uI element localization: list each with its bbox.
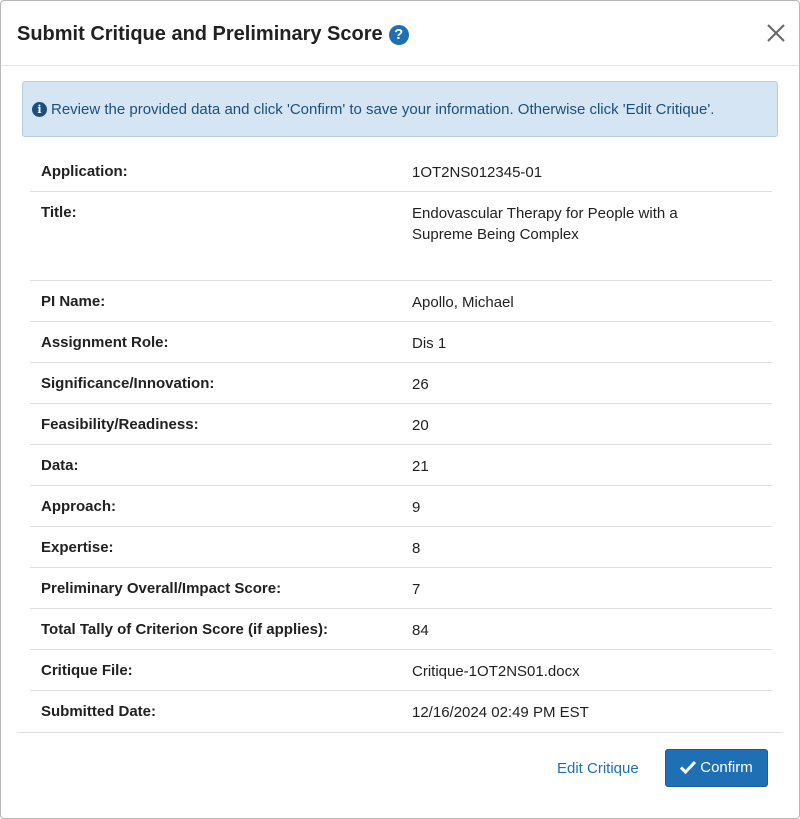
dialog-header: Submit Critique and Preliminary Score? xyxy=(1,1,799,66)
detail-value: 21 xyxy=(412,458,429,475)
detail-value: 26 xyxy=(412,376,429,393)
critique-details-table: Application: 1OT2NS012345-01 Title: Endo… xyxy=(30,151,772,732)
detail-label: Expertise: xyxy=(41,539,114,556)
detail-label: Assignment Role: xyxy=(41,334,169,351)
detail-row-feasibility: Feasibility/Readiness: 20 xyxy=(30,404,772,445)
detail-label: Application: xyxy=(41,163,128,180)
detail-label: Preliminary Overall/Impact Score: xyxy=(41,580,282,597)
detail-label: Data: xyxy=(41,457,79,474)
detail-label: Critique File: xyxy=(41,662,133,679)
detail-label: Feasibility/Readiness: xyxy=(41,416,199,433)
detail-value: 7 xyxy=(412,581,421,598)
detail-value: 9 xyxy=(412,499,421,516)
detail-row-pi-name: PI Name: Apollo, Michael xyxy=(30,281,772,322)
confirm-button-label: Confirm xyxy=(700,759,753,776)
detail-row-impact-score: Preliminary Overall/Impact Score: 7 xyxy=(30,568,772,609)
detail-row-data: Data: 21 xyxy=(30,445,772,486)
info-alert: i Review the provided data and click 'Co… xyxy=(22,81,778,137)
detail-row-application: Application: 1OT2NS012345-01 xyxy=(30,151,772,192)
detail-value: 1OT2NS012345-01 xyxy=(412,164,543,181)
detail-value: Dis 1 xyxy=(412,335,447,352)
detail-value: 84 xyxy=(412,622,429,639)
detail-row-assignment-role: Assignment Role: Dis 1 xyxy=(30,322,772,363)
dialog-title: Submit Critique and Preliminary Score? xyxy=(17,21,409,47)
dialog-title-text: Submit Critique and Preliminary Score xyxy=(17,23,383,45)
detail-value: Apollo, Michael xyxy=(412,294,514,311)
detail-value: 12/16/2024 02:49 PM EST xyxy=(412,704,589,721)
detail-value: Critique-1OT2NS01.docx xyxy=(412,663,580,680)
detail-label: Total Tally of Criterion Score (if appli… xyxy=(41,621,328,638)
check-icon xyxy=(680,760,697,775)
detail-label: Submitted Date: xyxy=(41,703,157,720)
edit-critique-link[interactable]: Edit Critique xyxy=(557,759,639,779)
detail-row-total-tally: Total Tally of Criterion Score (if appli… xyxy=(30,609,772,650)
detail-row-critique-file: Critique File: Critique-1OT2NS01.docx xyxy=(30,650,772,691)
detail-value: 8 xyxy=(412,540,421,557)
detail-label: PI Name: xyxy=(41,293,106,310)
detail-label: Title: xyxy=(41,204,77,221)
detail-value: 20 xyxy=(412,417,429,434)
footer-divider xyxy=(17,732,783,733)
detail-row-approach: Approach: 9 xyxy=(30,486,772,527)
alert-message: Review the provided data and click 'Conf… xyxy=(51,101,715,118)
detail-row-title: Title: Endovascular Therapy for People w… xyxy=(30,192,772,281)
detail-value: Endovascular Therapy for People with a S… xyxy=(412,205,678,243)
close-icon[interactable] xyxy=(764,21,788,45)
detail-row-significance: Significance/Innovation: 26 xyxy=(30,363,772,404)
submit-critique-dialog: Submit Critique and Preliminary Score? i… xyxy=(0,0,800,819)
confirm-button[interactable]: Confirm xyxy=(665,749,768,787)
info-circle-icon: i xyxy=(32,102,47,117)
detail-row-submitted-date: Submitted Date: 12/16/2024 02:49 PM EST xyxy=(30,691,772,732)
question-circle-icon[interactable]: ? xyxy=(388,25,409,45)
detail-row-expertise: Expertise: 8 xyxy=(30,527,772,568)
detail-label: Significance/Innovation: xyxy=(41,375,215,392)
detail-label: Approach: xyxy=(41,498,116,515)
